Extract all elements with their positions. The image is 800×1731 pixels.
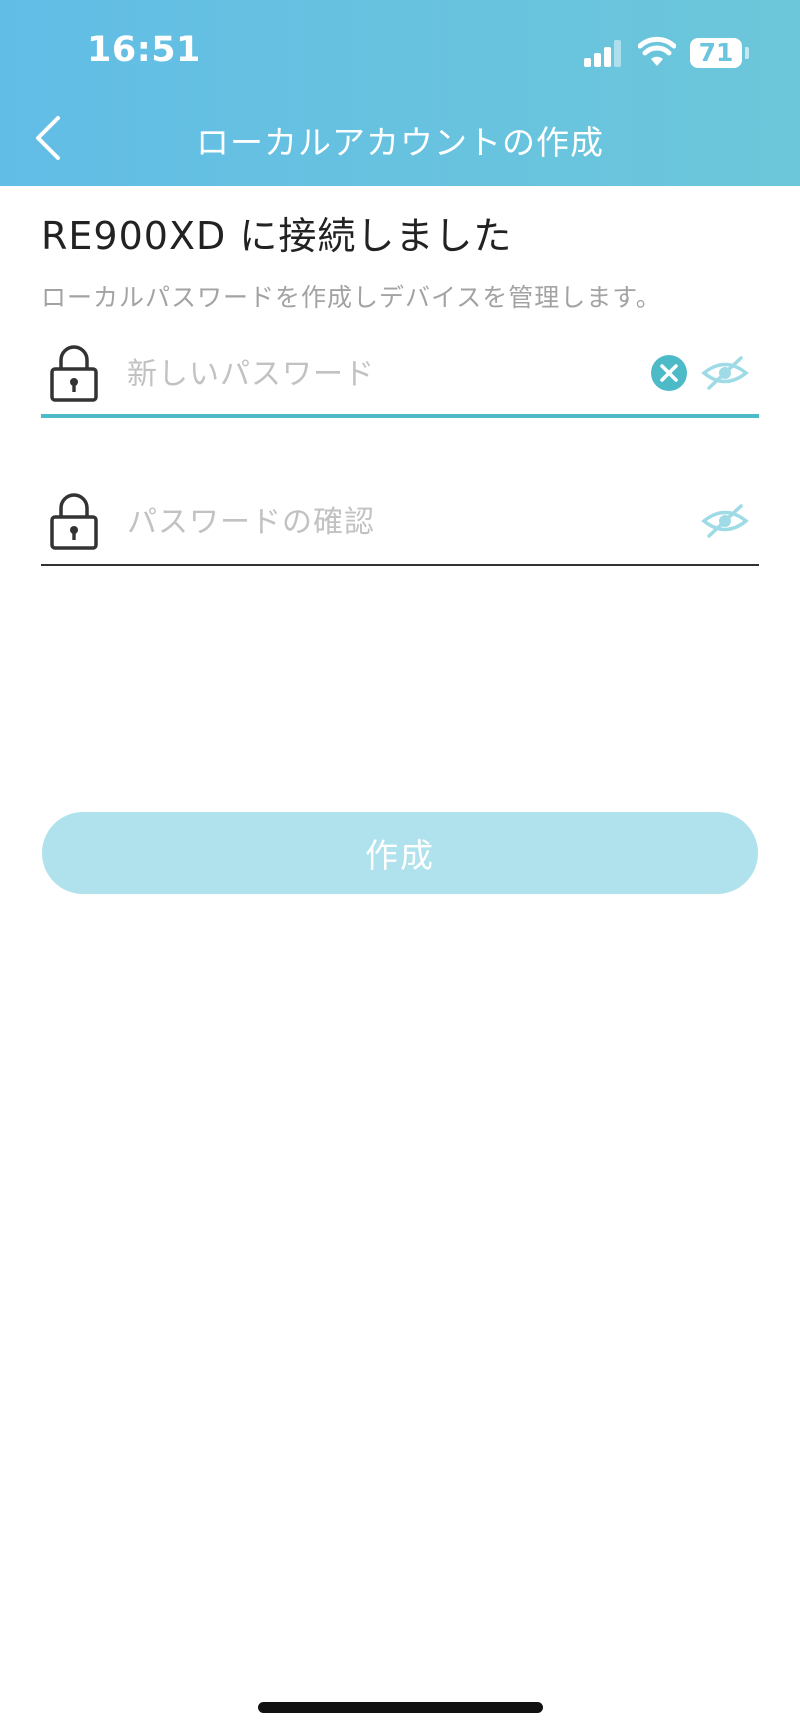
eye-slash-icon[interactable]	[701, 354, 749, 392]
battery-tip	[745, 47, 749, 59]
eye-slash-icon[interactable]	[701, 502, 749, 540]
active-underline	[41, 414, 759, 418]
new-password-field	[41, 338, 759, 418]
lock-icon	[50, 345, 98, 402]
page-title: ローカルアカウントの作成	[196, 123, 604, 162]
new-password-input[interactable]	[127, 352, 647, 396]
status-time: 16:51	[87, 30, 201, 70]
instruction-text: ローカルパスワードを作成しデバイスを管理します。	[41, 283, 662, 312]
header-bar: 16:51 71 ローカルアカウントの作成	[0, 0, 800, 186]
lock-icon	[50, 493, 98, 550]
connected-headline: RE900XD に接続しました	[41, 214, 513, 258]
confirm-password-field	[41, 486, 759, 566]
cellular-signal-icon	[584, 40, 624, 67]
home-indicator	[258, 1702, 543, 1713]
clear-input-icon[interactable]	[650, 354, 688, 392]
confirm-password-input[interactable]	[127, 500, 647, 544]
field-underline	[41, 564, 759, 566]
create-button[interactable]: 作成	[42, 812, 758, 894]
wifi-icon	[638, 36, 676, 66]
battery-icon: 71	[690, 38, 742, 68]
